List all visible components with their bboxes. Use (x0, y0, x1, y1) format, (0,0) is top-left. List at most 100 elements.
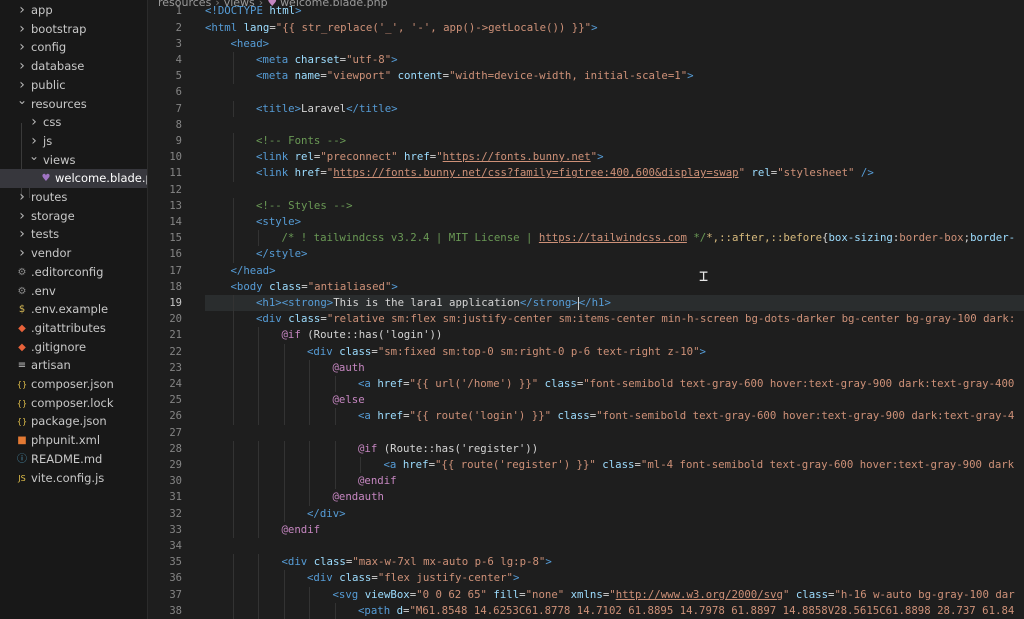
tree-file[interactable]: ≡ artisan (0, 356, 147, 375)
code-line[interactable]: <body class="antialiased"> (205, 279, 398, 295)
tree-file[interactable]: ⚙ .editorconfig (0, 263, 147, 282)
chevron-right-icon: › (19, 189, 25, 205)
tree-folder[interactable]: › js (0, 132, 147, 151)
code-token: </title> (346, 101, 398, 115)
json-icon: {} (16, 398, 28, 408)
indent-guide (283, 343, 285, 360)
code-line[interactable]: <a href="{{ route('register') }}" class=… (205, 457, 1015, 473)
code-token: "flex justify-center" (377, 571, 513, 585)
tree-folder[interactable]: › app (0, 1, 147, 20)
tree-file[interactable]: ◆ .gitattributes (0, 319, 147, 338)
line-number: 18 (169, 280, 182, 293)
code-line[interactable]: <!-- Fonts --> (205, 133, 346, 149)
chevron-down-icon: ⌄ (16, 92, 28, 107)
code-line[interactable]: @if (Route::has('login')) (205, 327, 443, 343)
indent-guide (283, 359, 285, 376)
line-number: 1 (175, 5, 182, 18)
indent-guide (258, 586, 259, 603)
code-line[interactable]: </head> (205, 263, 276, 279)
tree-item-label: css (43, 115, 62, 130)
tree-folder[interactable]: › config (0, 38, 147, 57)
code-token: " (738, 166, 752, 180)
tree-file[interactable]: JS vite.config.js (0, 469, 147, 488)
lines-icon: ≡ (17, 360, 27, 372)
code-line[interactable]: <a href="{{ url('/home') }}" class="font… (205, 376, 1014, 392)
tree-file[interactable]: ⚙ .env (0, 282, 147, 301)
chevron-down-icon: ⌄ (28, 148, 40, 163)
code-token: href (404, 150, 430, 164)
code-token: border- (970, 231, 1016, 245)
code-line[interactable]: @endif (205, 522, 321, 538)
code-line[interactable]: <link rel="preconnect" href="https://fon… (205, 149, 604, 165)
code-line[interactable]: @auth (205, 360, 365, 376)
code-line[interactable]: <meta name="viewport" content="width=dev… (205, 68, 694, 84)
indent-guide (283, 505, 285, 522)
line-number: 4 (175, 54, 182, 66)
code-token: class (795, 587, 829, 601)
code-line[interactable]: <title>Laravel</title> (205, 101, 398, 117)
indent-guide (283, 440, 285, 457)
code-line[interactable]: </style> (205, 246, 307, 262)
tree-folder[interactable]: › bootstrap (0, 20, 147, 39)
code-token: href (377, 377, 404, 390)
indent-guide (283, 376, 285, 393)
tree-file[interactable]: ♥ welcome.blade.php (0, 169, 147, 189)
code-line[interactable]: <div class="flex justify-center"> (205, 570, 519, 586)
tree-folder[interactable]: ⌄ resources (0, 93, 147, 114)
code-line[interactable]: <a href="{{ route('login') }}" class="fo… (205, 408, 1014, 424)
indent-guide (232, 327, 234, 344)
tree-folder[interactable]: ⌄ views (0, 149, 147, 170)
code-line[interactable]: <meta charset="utf-8"> (205, 52, 398, 68)
line-number: 27 (169, 426, 182, 439)
code-line[interactable]: <path d="M61.8548 14.6253C61.8778 14.710… (205, 603, 1014, 619)
tree-folder[interactable]: › database (0, 57, 147, 76)
tree-file[interactable]: {} package.json (0, 412, 147, 431)
code-line[interactable]: <!DOCTYPE html> (205, 3, 302, 19)
code-line[interactable]: <div class="relative sm:flex sm:justify-… (205, 311, 1015, 327)
tree-file[interactable]: ⓘ README.md (0, 450, 147, 469)
code-line[interactable]: <!-- Styles --> (205, 198, 353, 214)
tree-file[interactable]: {} composer.json (0, 375, 147, 394)
indent-guide (334, 457, 336, 474)
line-number: 34 (169, 540, 182, 552)
tree-item-label: .env.example (31, 302, 109, 317)
code-line[interactable]: </div> (205, 506, 346, 522)
code-token: href (377, 409, 404, 423)
code-token: class (339, 344, 372, 358)
code-line[interactable]: <link href="https://fonts.bunny.net/css?… (205, 165, 874, 181)
code-line[interactable]: <style> (205, 214, 301, 230)
tree-folder[interactable]: › css (0, 113, 147, 132)
tree-folder[interactable]: › tests (0, 225, 147, 244)
tree-item-label: vendor (31, 246, 72, 261)
line-number: 15 (169, 232, 182, 245)
code-token: <link (256, 150, 295, 164)
tree-folder[interactable]: › storage (0, 207, 147, 226)
tree-file[interactable]: ◆ .gitignore (0, 338, 147, 357)
code-line[interactable]: <head> (205, 36, 270, 52)
code-line[interactable]: <svg viewBox="0 0 62 65" fill="none" xml… (205, 587, 1015, 603)
indent-guide (283, 602, 285, 619)
code-line[interactable]: @endif (205, 473, 397, 489)
code-line[interactable]: @else (205, 392, 365, 408)
code-token: @if (281, 328, 301, 342)
code-area[interactable]: <!DOCTYPE html> <html lang="{{ str_replac… (205, 0, 1024, 619)
tree-item-label: .gitattributes (31, 320, 106, 335)
code-token: viewBox (364, 587, 410, 601)
code-line[interactable]: /* ! tailwindcss v3.2.4 | MIT License | … (205, 230, 1016, 246)
tree-file[interactable]: {} composer.lock (0, 394, 147, 413)
code-line[interactable]: @if (Route::has('register')) (205, 441, 538, 457)
code-line[interactable]: <div class="sm:fixed sm:top-0 sm:right-0… (205, 344, 706, 360)
code-line[interactable]: <h1><strong>This is the lara1 applicatio… (205, 295, 1024, 312)
code-line[interactable]: <html lang="{{ str_replace('_', '-', app… (205, 20, 598, 36)
line-number-gutter: 1 2 3 4 5 6 7 8 9 10 11 12 13 14 15 16 17 18 19 20 21 22 23 24 2… (148, 0, 188, 619)
tree-folder[interactable]: › vendor (0, 244, 147, 263)
tree-file[interactable]: ■ phpunit.xml (0, 431, 147, 450)
tree-folder[interactable]: › routes (0, 188, 147, 207)
indent-guide (283, 392, 285, 409)
tree-file[interactable]: $ .env.example (0, 300, 147, 319)
tree-item-label: database (31, 59, 85, 74)
code-editor[interactable]: resources › views › ♥ welcome.blade.php 12345… (148, 0, 1024, 619)
line-number: 32 (169, 507, 182, 520)
git-icon: ◆ (18, 322, 26, 334)
code-token: Laravel (301, 101, 347, 115)
